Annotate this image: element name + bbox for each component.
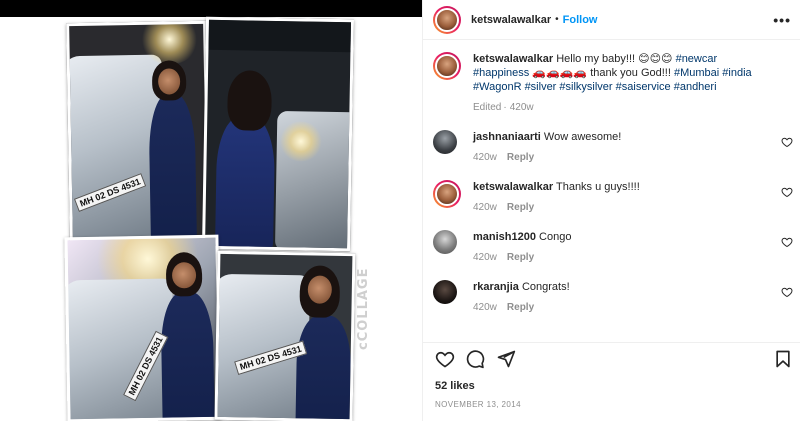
comment-text: ketswalawalkar Thanks u guys!!!! <box>473 180 763 194</box>
comment-meta: 420w Reply <box>473 202 544 213</box>
post-date[interactable]: NOVEMBER 13, 2014 <box>435 400 521 409</box>
caption-username[interactable]: ketswalawalkar <box>473 53 553 65</box>
comment-meta: 420w Reply <box>473 302 544 313</box>
avatar-image <box>433 230 457 254</box>
collage-photo-2 <box>201 16 355 252</box>
comments-section[interactable]: ketswalawalkar Hello my baby!!! 😊😊😊 #new… <box>423 40 800 342</box>
like-heart-icon[interactable] <box>781 286 793 298</box>
collage-photo-1: MH 02 DS 4531 <box>66 20 210 242</box>
avatar-image <box>435 7 459 32</box>
comment-username[interactable]: jashnaniaarti <box>473 131 541 143</box>
comment-text: rkaranjia Congrats! <box>473 280 763 294</box>
media-top-bar <box>0 0 422 17</box>
comment-age[interactable]: 420w <box>473 302 497 313</box>
avatar[interactable] <box>433 5 461 34</box>
caption-age[interactable]: 420w <box>510 102 534 113</box>
author-username[interactable]: ketswalawalkar <box>471 14 551 26</box>
collage-photo-4: MH 02 DS 4531 <box>214 250 356 421</box>
comment-username[interactable]: rkaranjia <box>473 281 519 293</box>
comment-icon[interactable] <box>465 349 485 369</box>
separator-dot: · <box>503 102 507 113</box>
comment-age[interactable]: 420w <box>473 202 497 213</box>
person-image <box>214 115 276 252</box>
share-icon[interactable] <box>496 349 516 369</box>
comment-content: Thanks u guys!!!! <box>555 181 640 193</box>
person-image <box>148 94 197 242</box>
action-bar: 52 likes NOVEMBER 13, 2014 <box>423 342 800 421</box>
person-hair <box>227 70 273 131</box>
smiley-emoji: 😊😊😊 <box>638 52 673 65</box>
reply-button[interactable]: Reply <box>507 302 534 313</box>
comment-age[interactable]: 420w <box>473 152 497 163</box>
avatar-image <box>435 54 459 78</box>
comment-content: Congo <box>539 231 572 243</box>
reply-button[interactable]: Reply <box>507 252 534 263</box>
caption-meta: Edited · 420w <box>473 102 544 113</box>
collage-photo-3: MH 02 DS 4531 <box>64 234 222 421</box>
post-header: ketswalawalkar • Follow ••• <box>423 0 800 40</box>
avatar-image <box>433 130 457 154</box>
comment-age[interactable]: 420w <box>473 252 497 263</box>
save-icon[interactable] <box>773 349 793 369</box>
comment-meta: 420w Reply <box>473 252 544 263</box>
avatar[interactable] <box>433 52 461 80</box>
reply-button[interactable]: Reply <box>507 152 534 163</box>
shop-ceiling <box>208 19 355 53</box>
caption-text: ketswalawalkar Hello my baby!!! 😊😊😊 #new… <box>473 52 763 94</box>
person-image <box>295 315 352 421</box>
comment-content: Wow awesome! <box>543 131 622 143</box>
avatar-image <box>433 280 457 304</box>
caption: ketswalawalkar Hello my baby!!! 😊😊😊 #new… <box>433 52 793 116</box>
car-emoji: 🚗🚗🚗🚗 <box>532 66 588 79</box>
separator-dot: • <box>555 14 559 25</box>
reply-button[interactable]: Reply <box>507 202 534 213</box>
like-heart-icon[interactable] <box>781 136 793 148</box>
comment-content: Congrats! <box>521 281 570 293</box>
avatar[interactable] <box>433 180 461 208</box>
like-heart-icon[interactable] <box>781 236 793 248</box>
caption-text-part: thank you God!!! <box>587 67 674 79</box>
edited-label: Edited <box>473 102 502 113</box>
post-media[interactable]: MH 02 DS 4531 MH 02 DS 4531 MH 02 DS 453… <box>0 0 422 421</box>
avatar-image <box>435 182 459 206</box>
comment-text: manish1200 Congo <box>473 230 763 244</box>
comment-item: manish1200 Congo 420w Reply <box>433 230 793 270</box>
comment-text: jashnaniaarti Wow awesome! <box>473 130 763 144</box>
like-heart-icon[interactable] <box>781 186 793 198</box>
comment-username[interactable]: manish1200 <box>473 231 536 243</box>
comment-item: jashnaniaarti Wow awesome! 420w Reply <box>433 130 793 170</box>
like-icon[interactable] <box>435 349 455 369</box>
comment-item: rkaranjia Congrats! 420w Reply <box>433 280 793 320</box>
comment-meta: 420w Reply <box>473 152 544 163</box>
comment-item: ketswalawalkar Thanks u guys!!!! 420w Rep… <box>433 180 793 220</box>
person-image <box>160 291 215 421</box>
avatar[interactable] <box>433 280 457 304</box>
collage-watermark: cCOLLAGE <box>356 267 371 350</box>
comment-username[interactable]: ketswalawalkar <box>473 181 553 193</box>
avatar[interactable] <box>433 230 457 254</box>
avatar[interactable] <box>433 130 457 154</box>
post-details-panel: ketswalawalkar • Follow ••• ketswalawalk… <box>422 0 800 421</box>
more-options-icon[interactable]: ••• <box>773 12 791 28</box>
likes-count[interactable]: 52 likes <box>435 380 475 392</box>
caption-text-part: Hello my baby!!! <box>556 53 639 65</box>
follow-button[interactable]: Follow <box>563 14 598 26</box>
